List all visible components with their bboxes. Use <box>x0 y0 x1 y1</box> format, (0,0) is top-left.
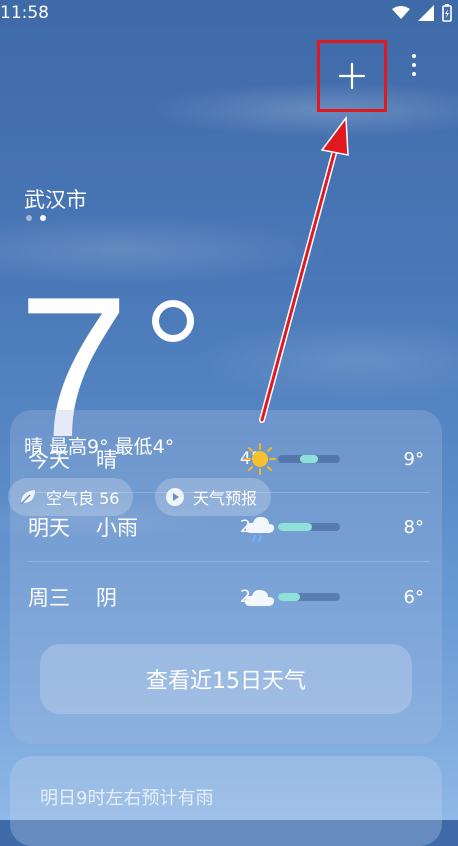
battery-icon <box>442 4 452 22</box>
weather-video-chip[interactable]: 天气预报 <box>155 478 272 516</box>
wifi-icon <box>392 6 410 19</box>
dot <box>412 63 416 67</box>
divider <box>28 561 430 562</box>
sun-icon <box>244 443 276 475</box>
forecast-day: 周三 <box>28 586 70 610</box>
dot <box>412 72 416 76</box>
forecast-condition: 小雨 <box>96 516 138 540</box>
cloud-icon <box>244 589 275 606</box>
air-quality-label: 空气良 56 <box>46 489 120 508</box>
view-15-day-button[interactable]: 查看近15日天气 <box>40 644 412 714</box>
temp-range-fill <box>299 455 319 463</box>
status-bar: 11:58 <box>0 0 458 28</box>
forecast-high: 9° <box>403 448 424 470</box>
plus-icon <box>338 62 366 90</box>
rain-notice-text: 明日9时左右预计有雨 <box>40 788 214 809</box>
weather-video-label: 天气预报 <box>193 489 258 508</box>
temp-range-bar <box>278 523 340 531</box>
status-icons <box>392 4 452 22</box>
dot <box>412 54 416 58</box>
page-dot-active <box>40 215 46 221</box>
page-dot <box>26 215 32 221</box>
rain-notice-card[interactable]: 明日9时左右预计有雨 <box>10 756 442 846</box>
air-quality-chip[interactable]: 空气良 56 <box>8 478 134 516</box>
status-time: 11:58 <box>0 3 49 23</box>
forecast-condition: 阴 <box>96 586 117 610</box>
forecast-high: 6° <box>403 586 424 608</box>
temp-range-bar <box>278 455 340 463</box>
city-name[interactable]: 武汉市 <box>24 184 87 214</box>
forecast-high: 8° <box>403 516 424 538</box>
play-icon <box>166 488 184 506</box>
page-indicator <box>26 215 46 221</box>
leaf-icon <box>20 490 35 505</box>
forecast-day: 明天 <box>28 516 70 540</box>
forecast-row-wednesday[interactable]: 周三 阴 2 6° <box>28 564 430 630</box>
current-summary: 晴 最高9° 最低4° <box>24 436 175 458</box>
temp-range-fill <box>278 523 313 531</box>
more-options-button[interactable] <box>404 50 424 80</box>
temp-range-bar <box>278 593 340 601</box>
add-city-button[interactable] <box>317 40 387 112</box>
signal-icon <box>418 5 434 21</box>
temp-range-fill <box>278 593 300 601</box>
degree-symbol <box>152 300 194 342</box>
